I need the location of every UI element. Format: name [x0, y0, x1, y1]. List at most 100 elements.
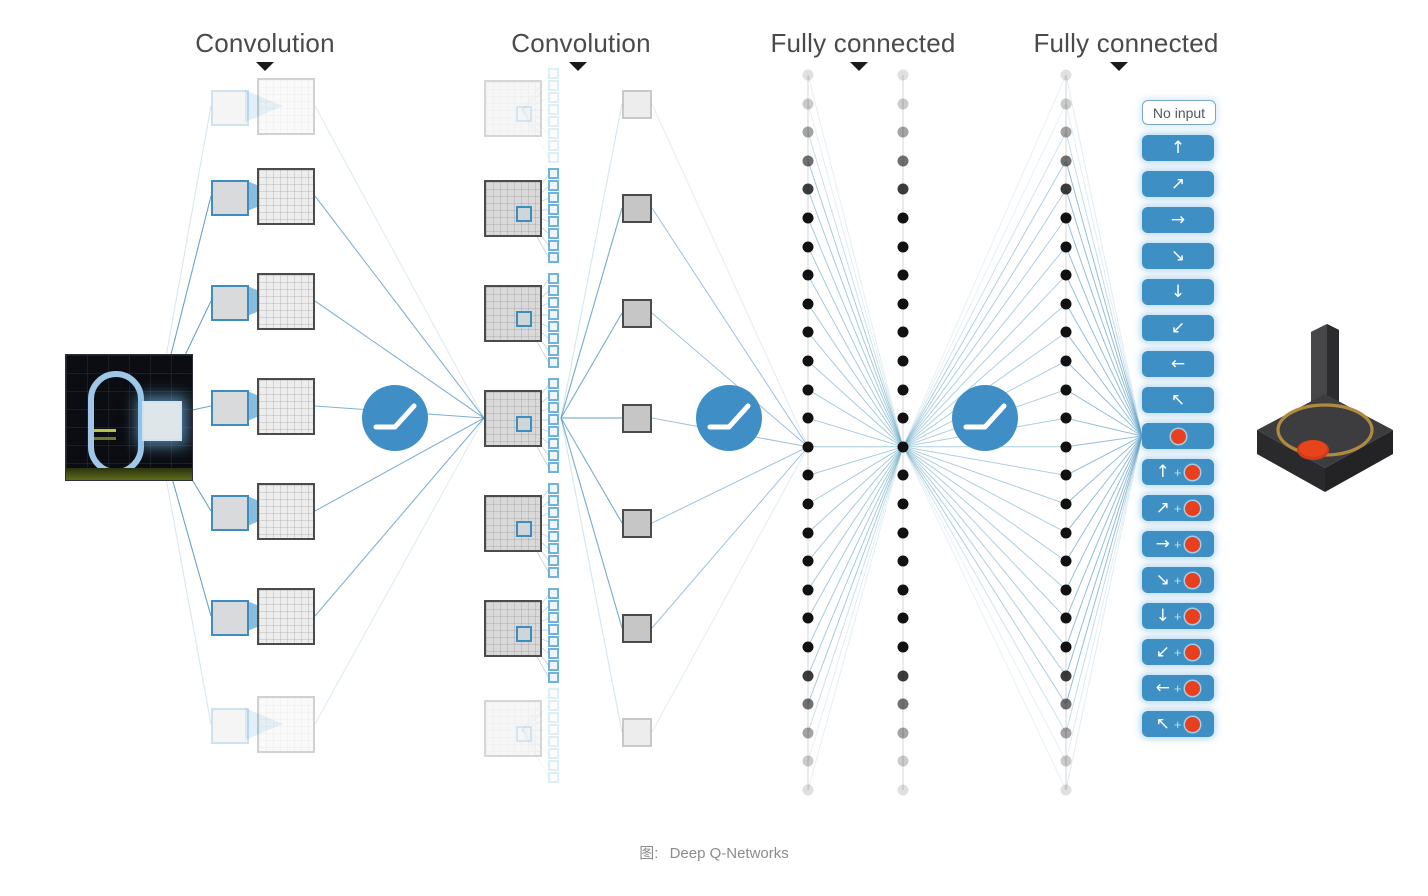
fc-unit	[897, 69, 909, 81]
feature-map-grid	[259, 275, 313, 328]
action-output-list: No input ↑ ↗ → ↘ ↓ ↙ ← ↖ ↑ + ↗ + → + ↘ + ↓ + ↙ + ← + ↖ +	[1142, 100, 1216, 747]
fc-unit	[897, 441, 909, 453]
fc-unit	[897, 326, 909, 338]
fire-button-icon	[1170, 428, 1186, 444]
conv2-output-6	[622, 614, 652, 643]
conv2-cell	[548, 321, 559, 332]
feature-map-grid	[259, 170, 313, 223]
fc-unit	[897, 241, 909, 253]
fc-unit	[1060, 155, 1072, 167]
action-up-left-fire[interactable]: ↖ +	[1142, 711, 1214, 737]
fc-unit	[802, 269, 814, 281]
plus-sign: +	[1173, 608, 1182, 624]
action-up-fire[interactable]: ↑ +	[1142, 459, 1214, 485]
conv2-cell	[548, 333, 559, 344]
dqn-architecture-diagram: Convolution Convolution Fully connected Ful…	[0, 0, 1428, 896]
action-down-left-fire[interactable]: ↙ +	[1142, 639, 1214, 665]
conv2-cell	[548, 204, 559, 215]
conv2-cell	[548, 450, 559, 461]
conv2-cell	[548, 438, 559, 449]
action-down[interactable]: ↓	[1142, 279, 1214, 305]
action-down-right-fire[interactable]: ↘ +	[1142, 567, 1214, 593]
conv1-patch-6	[211, 600, 249, 636]
fc-column-spine	[1065, 75, 1067, 790]
action-right-fire[interactable]: → +	[1142, 531, 1214, 557]
conv2-cell	[548, 748, 559, 759]
fc-unit	[897, 784, 909, 796]
fc-unit	[802, 298, 814, 310]
feature-map-grid	[259, 380, 313, 433]
fire-button-icon	[1185, 644, 1201, 660]
action-up-right[interactable]: ↗	[1142, 171, 1214, 197]
conv2-cell	[548, 414, 559, 425]
fc-unit	[897, 755, 909, 767]
screen-ground	[66, 468, 192, 480]
conv2-cell	[548, 228, 559, 239]
fc-unit	[1060, 727, 1072, 739]
fc-unit	[897, 298, 909, 310]
plus-sign: +	[1173, 536, 1182, 552]
fc-unit	[1060, 555, 1072, 567]
conv2-feature-map-2	[484, 180, 542, 237]
conv2-cell	[548, 104, 559, 115]
fc-column-spine	[807, 75, 809, 790]
conv2-cell	[548, 378, 559, 389]
conv2-cell	[548, 402, 559, 413]
atari-game-frame	[66, 355, 192, 480]
action-fire[interactable]	[1142, 423, 1214, 449]
action-up[interactable]: ↑	[1142, 135, 1214, 161]
fc-unit	[1060, 326, 1072, 338]
conv2-cell	[548, 309, 559, 320]
fc-unit	[1060, 241, 1072, 253]
action-right[interactable]: →	[1142, 207, 1214, 233]
fc-unit	[1060, 298, 1072, 310]
conv2-cell	[548, 297, 559, 308]
action-down-fire[interactable]: ↓ +	[1142, 603, 1214, 629]
fc-unit	[1060, 441, 1072, 453]
action-left[interactable]: ←	[1142, 351, 1214, 377]
layer-header-caret-4	[1110, 62, 1128, 71]
fc-unit	[802, 183, 814, 195]
plus-sign: +	[1173, 464, 1182, 480]
conv2-cell	[548, 688, 559, 699]
fc-unit	[802, 670, 814, 682]
plus-sign: +	[1173, 716, 1182, 732]
conv2-cell	[548, 168, 559, 179]
conv2-subpatch-1	[516, 106, 532, 122]
feature-map-grid	[259, 485, 313, 538]
action-up-right-fire[interactable]: ↗ +	[1142, 495, 1214, 521]
conv2-subpatch-6	[516, 626, 532, 642]
action-down-left[interactable]: ↙	[1142, 315, 1214, 341]
conv2-cell	[548, 724, 559, 735]
plus-sign: +	[1173, 644, 1182, 660]
fc-unit	[802, 612, 814, 624]
conv2-cell	[548, 660, 559, 671]
conv2-feature-map-7	[484, 700, 542, 757]
action-no-input[interactable]: No input	[1142, 100, 1216, 125]
fc-unit	[897, 355, 909, 367]
fire-button-icon	[1185, 716, 1201, 732]
fc-unit	[1060, 355, 1072, 367]
direction-arrow-icon: ↖	[1170, 389, 1186, 410]
fire-button-icon	[1185, 608, 1201, 624]
fc-unit	[1060, 126, 1072, 138]
fc-unit	[802, 69, 814, 81]
fc-unit	[802, 527, 814, 539]
caption-text: Deep Q-Networks	[669, 845, 789, 862]
action-down-right[interactable]: ↘	[1142, 243, 1214, 269]
fire-button-icon	[1185, 464, 1201, 480]
layer-header-4: Fully connected	[1033, 28, 1219, 58]
layer-header-1: Convolution	[195, 28, 335, 58]
conv2-cell	[548, 567, 559, 578]
layer-header-2: Convolution	[511, 28, 651, 58]
conv2-cell	[548, 426, 559, 437]
action-up-left[interactable]: ↖	[1142, 387, 1214, 413]
conv2-feature-map-3	[484, 285, 542, 342]
fire-button-icon	[1185, 680, 1201, 696]
conv2-output-1	[622, 90, 652, 119]
direction-arrow-icon: ←	[1155, 677, 1170, 698]
caption-label: 图:	[639, 845, 659, 862]
action-left-fire[interactable]: ← +	[1142, 675, 1214, 701]
conv2-feature-map-1	[484, 80, 542, 137]
conv2-cell	[548, 140, 559, 151]
